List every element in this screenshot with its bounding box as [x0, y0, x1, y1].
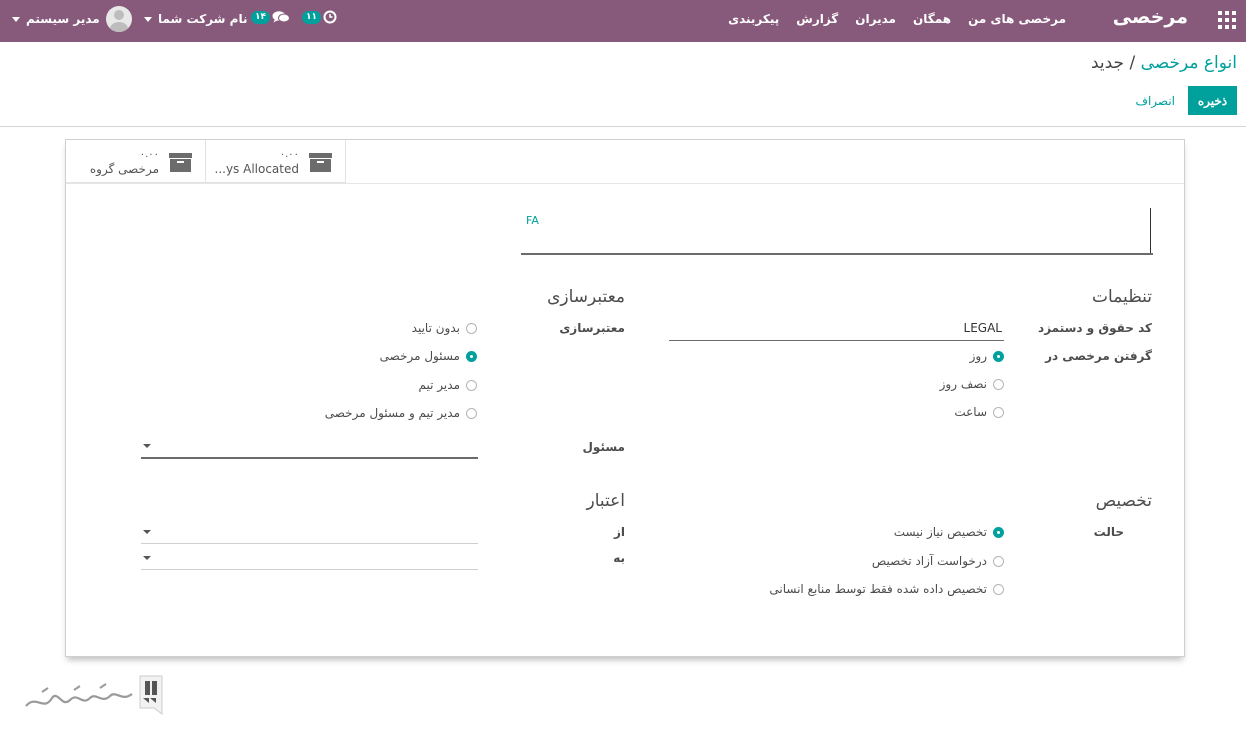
radio-unchecked[interactable]: [466, 407, 477, 419]
stat-label: ...ys Allocated: [214, 162, 300, 176]
stat-button-days-allocated[interactable]: ۰.۰۰ ...ys Allocated: [206, 140, 346, 183]
text-cursor: [1150, 208, 1151, 253]
radio-checked[interactable]: [993, 526, 1004, 538]
validation-section-title: معتبرسازی: [547, 287, 625, 307]
radio-validation-none[interactable]: بدون تایید: [412, 321, 477, 335]
allocation-section-title: تخصیص: [1095, 491, 1152, 511]
radio-label: تخصیص نیاز نیست: [893, 525, 987, 539]
radio-label: نصف روز: [939, 377, 987, 391]
radio-unit-hour[interactable]: ساعت: [954, 405, 1004, 419]
radio-unchecked[interactable]: [993, 378, 1004, 390]
payroll-code-value: LEGAL: [963, 321, 1002, 335]
radio-validation-team-manager[interactable]: مدیر تیم: [419, 378, 477, 392]
radio-unchecked[interactable]: [466, 379, 477, 391]
button-box: ۰.۰۰ مرخصی گروه ۰.۰۰ ...ys Allocated: [66, 140, 346, 183]
radio-allocation-free[interactable]: درخواست آزاد تخصیص: [872, 554, 1004, 568]
radio-unit-day[interactable]: روز: [970, 349, 1004, 363]
radio-label: ساعت: [954, 405, 987, 419]
chevron-down-icon: [143, 444, 151, 448]
radio-checked[interactable]: [466, 350, 477, 362]
activity-count-badge: ۱۱: [302, 10, 321, 24]
company-name: نام شرکت شما: [158, 12, 248, 26]
menu-configuration[interactable]: پیکربندی: [728, 12, 779, 26]
radio-unchecked[interactable]: [466, 322, 477, 334]
menu-everyone[interactable]: همگان: [913, 12, 951, 26]
watermark-logo: [25, 675, 163, 715]
radio-unchecked[interactable]: [993, 406, 1004, 418]
radio-checked[interactable]: [993, 350, 1004, 362]
radio-label: روز: [969, 349, 987, 363]
stat-button-group-leaves[interactable]: ۰.۰۰ مرخصی گروه: [66, 140, 206, 183]
stat-value: ۰.۰۰: [139, 149, 159, 160]
chevron-down-icon: [144, 16, 152, 22]
archive-box-icon: [309, 153, 332, 172]
radio-unit-half-day[interactable]: نصف روز: [940, 377, 1004, 391]
request-unit-label: گرفتن مرخصی در: [1045, 349, 1152, 363]
stat-value: ۰.۰۰: [279, 149, 299, 160]
settings-section-title: تنظیمات: [1092, 287, 1152, 307]
radio-label: بدون تایید: [411, 321, 460, 335]
validation-label: معتبرسازی: [559, 321, 625, 335]
radio-unchecked[interactable]: [993, 555, 1004, 567]
user-name: مدیر سیستم: [26, 12, 100, 26]
user-menu[interactable]: مدیر سیستم: [12, 6, 132, 32]
validity-from-input[interactable]: [141, 520, 478, 544]
messages-count-badge: ۱۴: [251, 10, 270, 24]
radio-label: تخصیص داده شده فقط توسط منابع انسانی: [769, 582, 987, 596]
validity-to-label: به: [613, 551, 625, 565]
apps-menu-icon[interactable]: [1218, 11, 1236, 29]
menu-my-leaves[interactable]: مرخصی های من: [968, 12, 1066, 26]
menu-managers[interactable]: مدیران: [855, 12, 896, 26]
radio-unchecked[interactable]: [993, 583, 1004, 595]
stat-label: مرخصی گروه: [89, 162, 159, 176]
radio-label: مدیر تیم: [418, 378, 460, 392]
main-menu: مرخصی های من همگان مدیران گزارش پیکربندی: [728, 12, 1066, 26]
top-navbar: مرخصی مرخصی های من همگان مدیران گزارش پی…: [0, 0, 1246, 42]
menu-reporting[interactable]: گزارش: [796, 12, 838, 26]
avatar: [105, 6, 132, 32]
radio-allocation-none[interactable]: تخصیص نیاز نیست: [894, 525, 1004, 539]
leave-type-name-input[interactable]: FA: [521, 208, 1153, 255]
payroll-code-label: کد حقوق و دستمزد: [1038, 321, 1152, 335]
radio-validation-both[interactable]: مدیر تیم و مسئول مرخصی: [325, 406, 477, 420]
allocation-mode-label: حالت: [1093, 525, 1124, 539]
control-panel-divider: [0, 126, 1246, 127]
chevron-down-icon: [12, 16, 20, 22]
chat-bubbles-icon: [272, 11, 290, 23]
activity-button[interactable]: ۱۱: [302, 10, 337, 24]
app-brand[interactable]: مرخصی: [1113, 6, 1188, 28]
messages-button[interactable]: ۱۴: [251, 10, 290, 24]
breadcrumb-parent[interactable]: انواع مرخصی: [1141, 53, 1237, 73]
clock-icon: [323, 10, 337, 24]
company-switcher[interactable]: نام شرکت شما: [144, 12, 247, 26]
divider: [66, 183, 1184, 184]
radio-label: مسئول مرخصی: [379, 349, 460, 363]
breadcrumb: انواع مرخصی / جدید: [1091, 53, 1237, 73]
validity-to-input[interactable]: [141, 546, 478, 570]
translation-language-button[interactable]: FA: [526, 214, 539, 227]
archive-box-icon: [169, 153, 192, 172]
save-button[interactable]: ذخیره: [1188, 86, 1237, 115]
radio-label: مدیر تیم و مسئول مرخصی: [324, 406, 460, 420]
chevron-down-icon: [143, 530, 151, 534]
discard-button[interactable]: انصراف: [1136, 94, 1175, 108]
payroll-code-input[interactable]: LEGAL: [669, 315, 1004, 341]
breadcrumb-current: جدید: [1090, 53, 1125, 73]
radio-validation-leave-officer[interactable]: مسئول مرخصی: [380, 349, 477, 363]
validity-section-title: اعتبار: [586, 491, 625, 511]
chevron-down-icon: [143, 556, 151, 560]
breadcrumb-separator: /: [1129, 53, 1136, 73]
responsible-label: مسئول: [582, 440, 625, 454]
radio-label: درخواست آزاد تخصیص: [871, 554, 987, 568]
form-sheet: ۰.۰۰ مرخصی گروه ۰.۰۰ ...ys Allocated FA …: [65, 139, 1185, 657]
responsible-select[interactable]: [141, 434, 478, 459]
validity-from-label: از: [613, 525, 625, 539]
radio-allocation-hr-only[interactable]: تخصیص داده شده فقط توسط منابع انسانی: [769, 582, 1004, 596]
